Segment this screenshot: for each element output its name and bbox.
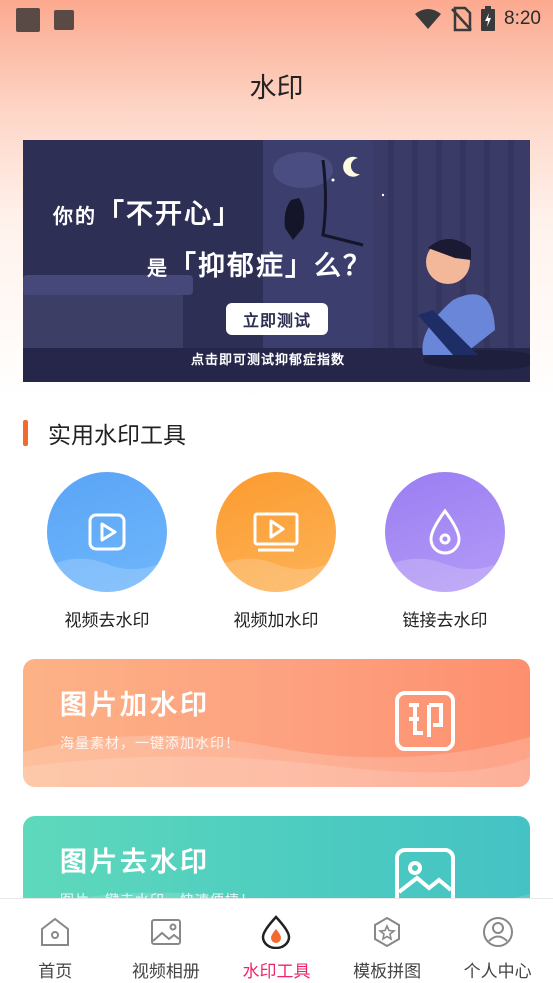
battery-icon xyxy=(481,6,496,31)
tab-profile[interactable]: 个人中心 xyxy=(442,899,553,983)
status-bar: 8:20 xyxy=(0,0,553,38)
wifi-icon xyxy=(415,9,442,29)
notification-icon xyxy=(54,10,74,30)
tab-label: 模板拼图 xyxy=(353,962,422,982)
section-title: 实用水印工具 xyxy=(48,423,186,449)
notification-icon xyxy=(16,8,40,32)
card-title: 图片加水印 xyxy=(60,690,210,721)
depression-test-banner[interactable]: 你的「不开心」 是「抑郁症」么？ 立即测试 点击即可测试抑郁症指数 xyxy=(23,140,530,382)
section-accent-bar xyxy=(23,420,28,446)
start-test-button[interactable]: 立即测试 xyxy=(226,303,328,335)
tool-label: 链接去水印 xyxy=(402,611,488,631)
section-header: 实用水印工具 xyxy=(23,417,186,449)
tab-video-album[interactable]: 视频相册 xyxy=(111,899,222,983)
tab-template-collage[interactable]: 模板拼图 xyxy=(332,899,443,983)
banner-headline-line1: 你的「不开心」 xyxy=(53,199,242,230)
banner-headline-line2: 是「抑郁症」么？ xyxy=(147,251,372,282)
no-sim-icon xyxy=(451,6,472,32)
tab-label: 视频相册 xyxy=(131,962,200,982)
tool-label: 视频去水印 xyxy=(64,611,150,631)
seal-icon xyxy=(395,691,455,751)
tab-label: 水印工具 xyxy=(242,962,311,982)
tab-label: 首页 xyxy=(38,962,73,982)
tool-link-remove-watermark[interactable]: 链接去水印 xyxy=(380,472,510,631)
tool-label: 视频加水印 xyxy=(233,611,319,631)
tab-label: 个人中心 xyxy=(463,962,532,982)
star-hexagon-icon xyxy=(374,916,401,948)
bottom-tab-bar: 首页 视频相册 水印工具 模板拼图 个人中心 xyxy=(0,898,553,983)
water-drop-icon xyxy=(262,915,291,949)
image-icon xyxy=(150,919,181,945)
image-add-watermark-card[interactable]: 图片加水印 海量素材，一键添加水印！ xyxy=(23,659,530,787)
card-subtitle: 海量素材，一键添加水印！ xyxy=(60,736,240,752)
tab-home[interactable]: 首页 xyxy=(0,899,111,983)
page-title: 水印 xyxy=(249,73,304,104)
tool-video-remove-watermark[interactable]: 视频去水印 xyxy=(42,472,172,631)
banner-subtitle: 点击即可测试抑郁症指数 xyxy=(191,353,346,368)
tool-video-add-watermark[interactable]: 视频加水印 xyxy=(211,472,341,631)
home-icon xyxy=(41,917,70,946)
tab-watermark-tools[interactable]: 水印工具 xyxy=(221,899,332,983)
status-time: 8:20 xyxy=(504,8,541,29)
card-title: 图片去水印 xyxy=(60,847,210,878)
user-icon xyxy=(482,917,513,947)
